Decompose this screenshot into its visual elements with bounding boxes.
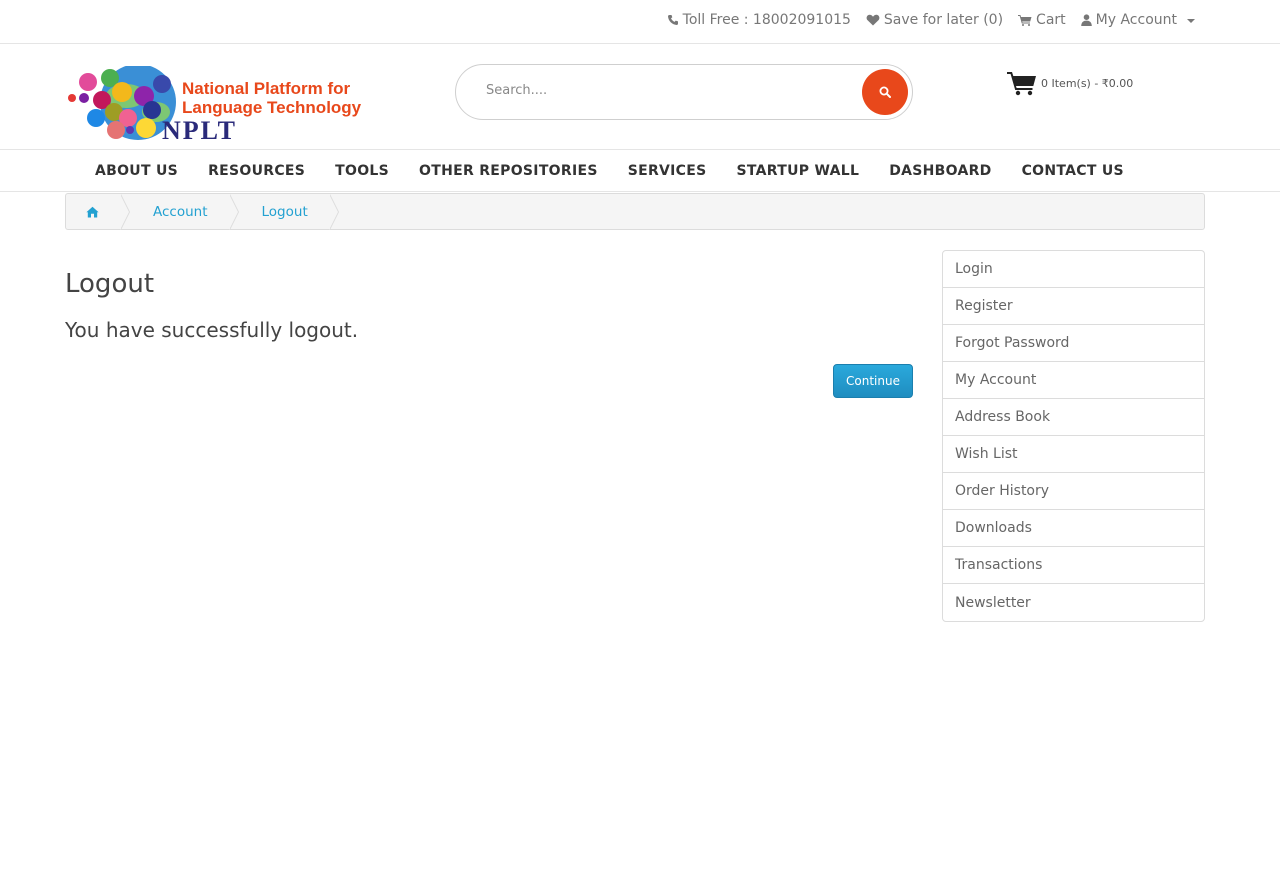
sidebar-item-address-book[interactable]: Address Book	[943, 399, 1204, 436]
user-icon	[1080, 14, 1092, 26]
header-cart[interactable]: 0 Item(s) - ₹0.00	[1007, 70, 1133, 96]
nav-other-repositories[interactable]: OTHER REPOSITORIES	[404, 163, 613, 179]
nav-about-us[interactable]: ABOUT US	[80, 163, 193, 179]
breadcrumb-account[interactable]: Account	[121, 194, 238, 230]
account-sidebar: Login Register Forgot Password My Accoun…	[942, 250, 1205, 622]
cart-icon	[1018, 15, 1032, 26]
sidebar-item-transactions[interactable]: Transactions	[943, 547, 1204, 584]
sidebar-item-login[interactable]: Login	[943, 251, 1204, 288]
sidebar-item-downloads[interactable]: Downloads	[943, 510, 1204, 547]
search-button[interactable]	[862, 69, 908, 115]
cart-summary: 0 Item(s) - ₹0.00	[1041, 76, 1134, 90]
breadcrumb-home[interactable]	[66, 194, 130, 230]
heart-icon	[866, 14, 880, 26]
logo-graphic: National Platform for Language Technolog…	[68, 64, 362, 145]
logout-message: You have successfully logout.	[65, 318, 359, 342]
nav-dashboard[interactable]: DASHBOARD	[874, 163, 1006, 179]
nav-tools[interactable]: TOOLS	[320, 163, 404, 179]
home-icon	[86, 206, 99, 217]
continue-button[interactable]: Continue	[833, 364, 913, 398]
top-links: Toll Free : 18002091015 Save for later (…	[667, 12, 1195, 28]
header: National Platform for Language Technolog…	[0, 44, 1280, 150]
sidebar-item-wish-list[interactable]: Wish List	[943, 436, 1204, 473]
nav-startup-wall[interactable]: STARTUP WALL	[722, 163, 875, 179]
page-title: Logout	[65, 269, 155, 299]
cart-text: Cart	[1036, 12, 1066, 28]
top-bar: Toll Free : 18002091015 Save for later (…	[0, 0, 1280, 44]
sidebar-item-register[interactable]: Register	[943, 288, 1204, 325]
sidebar-item-order-history[interactable]: Order History	[943, 473, 1204, 510]
phone-icon	[667, 15, 678, 25]
main-nav: ABOUT US RESOURCES TOOLS OTHER REPOSITOR…	[0, 150, 1280, 192]
save-for-later-text: Save for later (0)	[883, 12, 1004, 28]
cart-link[interactable]: Cart	[1018, 12, 1066, 28]
save-for-later-link[interactable]: Save for later (0)	[866, 12, 1003, 28]
logo-line1: National Platform for	[182, 79, 351, 98]
logo-line2: Language Technology	[182, 98, 362, 117]
sidebar-item-newsletter[interactable]: Newsletter	[943, 584, 1204, 621]
site-logo[interactable]: National Platform for Language Technolog…	[66, 64, 371, 146]
search-box	[455, 64, 913, 120]
main-content: Logout You have successfully logout. Con…	[65, 250, 913, 398]
sidebar-item-my-account[interactable]: My Account	[943, 362, 1204, 399]
nav-services[interactable]: SERVICES	[613, 163, 722, 179]
nav-contact-us[interactable]: CONTACT US	[1007, 163, 1139, 179]
toll-free-link[interactable]: Toll Free : 18002091015	[667, 12, 851, 28]
nav-resources[interactable]: RESOURCES	[193, 163, 320, 179]
caret-down-icon	[1187, 19, 1195, 23]
my-account-text: My Account	[1095, 12, 1177, 28]
search-icon	[879, 86, 891, 98]
sidebar-item-forgot-password[interactable]: Forgot Password	[943, 325, 1204, 362]
breadcrumb-logout[interactable]: Logout	[230, 194, 340, 230]
search-input[interactable]	[486, 83, 846, 98]
my-account-dropdown[interactable]: My Account	[1080, 12, 1195, 28]
logo-abbr: NPLT	[162, 116, 237, 145]
toll-free-text: Toll Free : 18002091015	[682, 12, 851, 28]
cart-large-icon	[1007, 72, 1036, 96]
breadcrumb: Account Logout	[65, 193, 1205, 230]
